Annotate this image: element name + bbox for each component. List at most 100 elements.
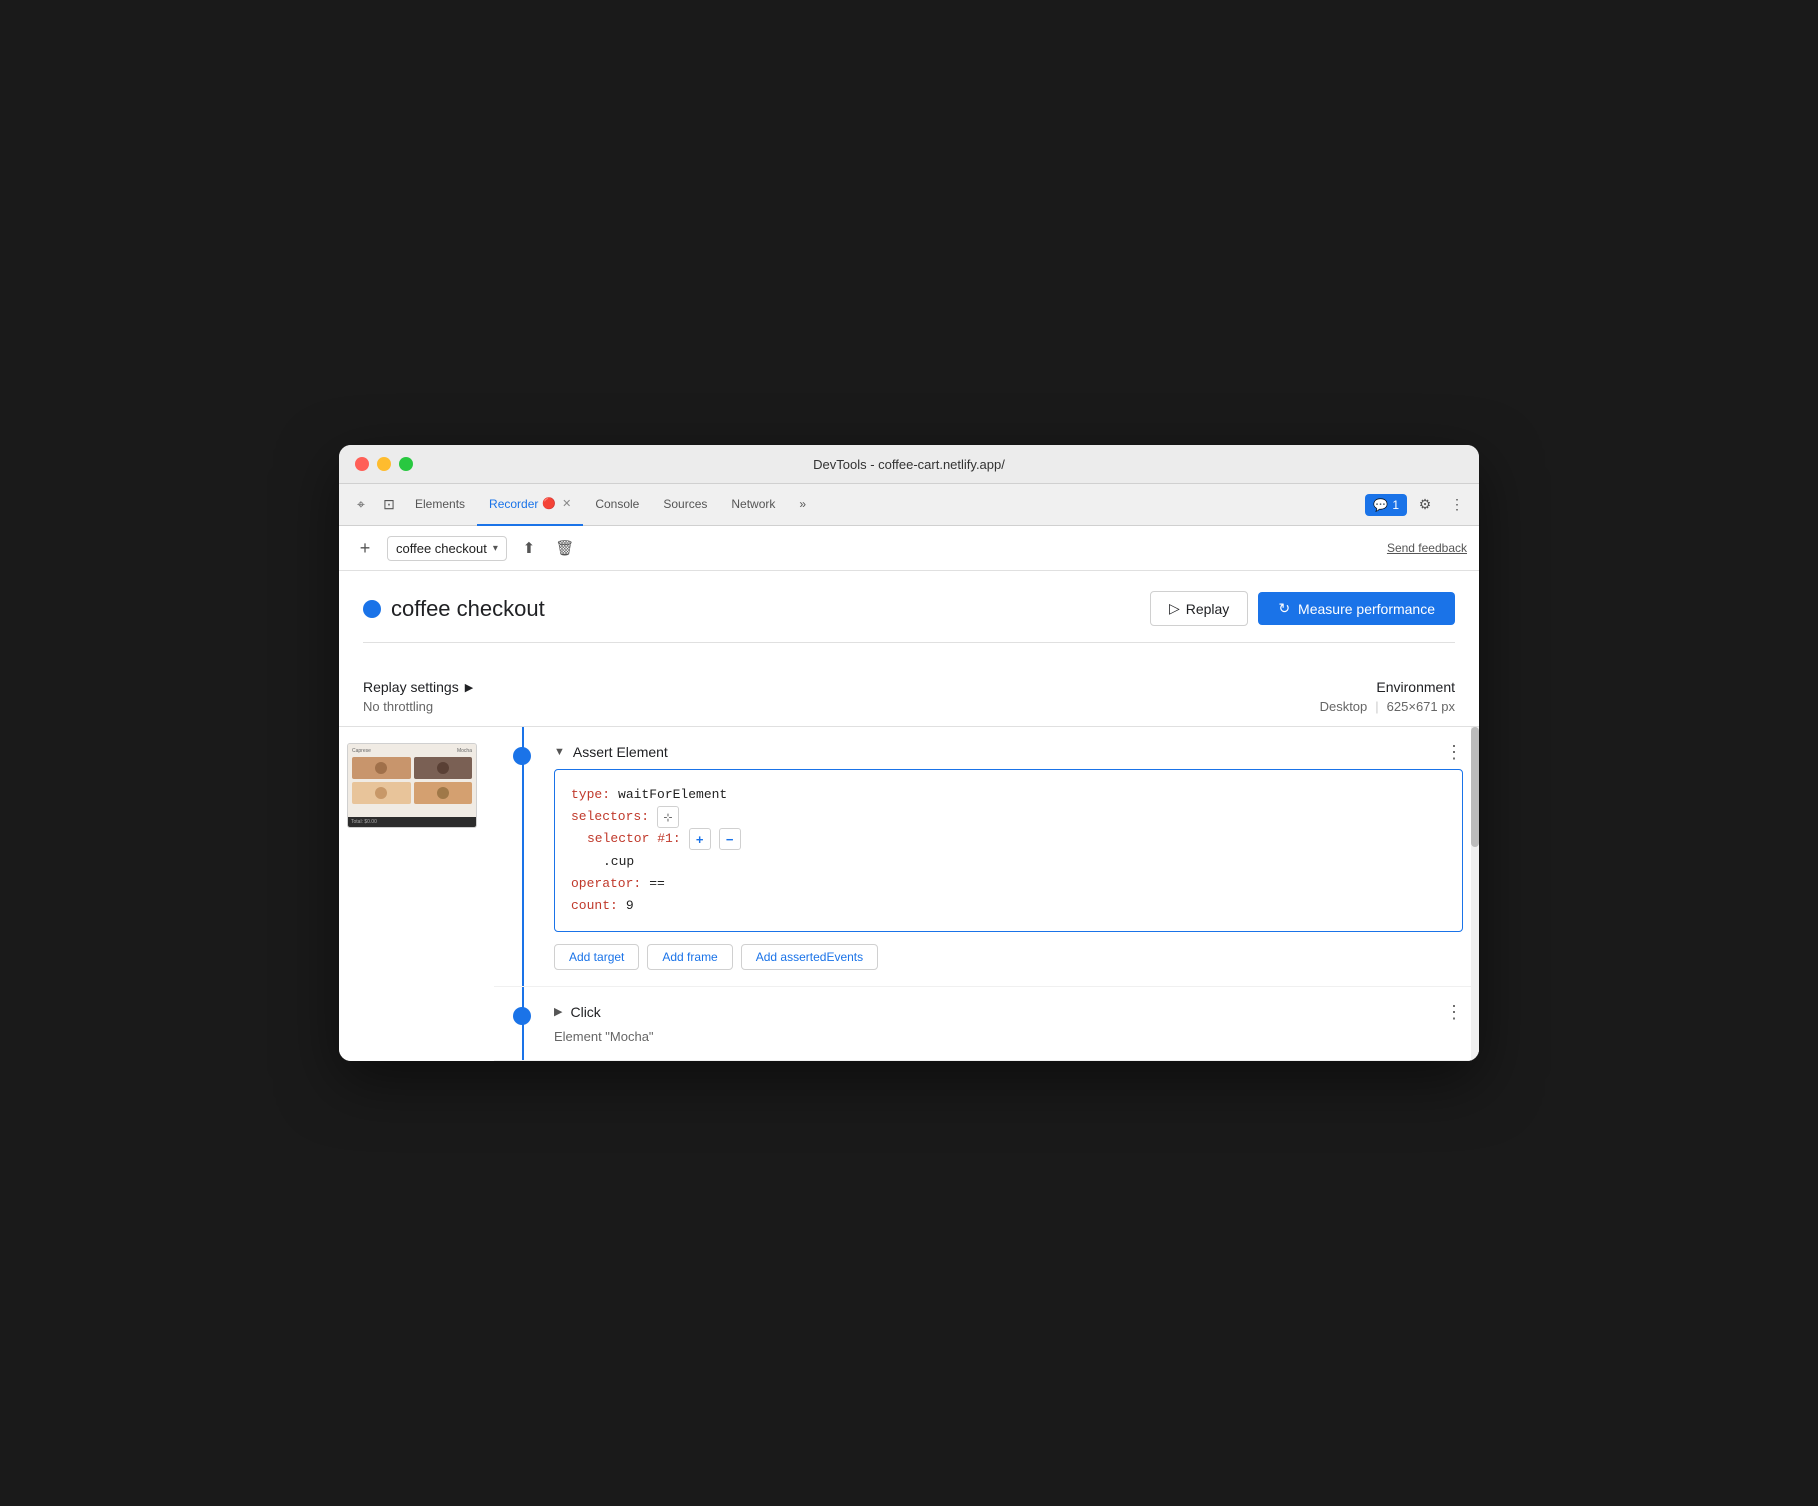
pick-icon: ⊹ <box>663 811 672 824</box>
devtools-right-icons: 💬 1 ⚙ ⋮ <box>1365 491 1471 519</box>
selector-val: .cup <box>603 851 634 873</box>
step-expand-icon-click[interactable]: ▶ <box>554 1005 562 1018</box>
performance-icon: ↻ <box>1278 600 1290 617</box>
step-subtitle-click: Element "Mocha" <box>554 1029 1463 1044</box>
throttling-value: No throttling <box>363 699 473 714</box>
operator-val: == <box>649 873 665 895</box>
close-window-button[interactable] <box>355 457 369 471</box>
recording-icon: 🔴 <box>542 497 556 510</box>
step-assert-element: ▼ Assert Element ⋮ type: waitForElement … <box>494 727 1479 987</box>
layers-icon: ⊡ <box>383 496 395 513</box>
window-controls <box>355 457 413 471</box>
step-header-click: ▶ Click ⋮ <box>554 1003 1463 1021</box>
maximize-window-button[interactable] <box>399 457 413 471</box>
minimize-window-button[interactable] <box>377 457 391 471</box>
tab-close-icon[interactable]: ✕ <box>562 497 571 510</box>
selectors-key: selectors: <box>571 806 649 828</box>
step-title-row-click: ▶ Click <box>554 1004 601 1020</box>
step-code-block: type: waitForElement selectors: ⊹ select… <box>554 769 1463 932</box>
upload-icon: ⬆ <box>523 539 536 557</box>
step-title-row-assert: ▼ Assert Element <box>554 744 668 760</box>
env-divider: | <box>1375 699 1378 714</box>
recording-thumbnail: CapreseMocha <box>347 743 477 828</box>
export-button[interactable]: ⬆ <box>515 534 543 562</box>
title-bar: DevTools - coffee-cart.netlify.app/ <box>339 445 1479 484</box>
chat-button[interactable]: 💬 1 <box>1365 494 1407 516</box>
tab-elements[interactable]: Elements <box>403 484 477 526</box>
devtools-tab-bar: ⌖ ⊡ Elements Recorder 🔴 ✕ Console Source… <box>339 484 1479 526</box>
step-more-button-assert[interactable]: ⋮ <box>1445 743 1463 761</box>
selector1-key: selector #1: <box>587 828 681 850</box>
add-selector-button[interactable]: + <box>689 828 711 850</box>
scrollbar-track <box>1471 727 1479 1061</box>
window-title: DevTools - coffee-cart.netlify.app/ <box>813 457 1005 472</box>
recording-actions: ▷ Replay ↻ Measure performance <box>1150 591 1455 626</box>
cursor-icon: ⌖ <box>357 496 365 513</box>
tab-sources[interactable]: Sources <box>651 484 719 526</box>
minus-icon: − <box>726 832 734 847</box>
environment-value: Desktop | 625×671 px <box>1320 699 1455 714</box>
recording-title-section: coffee checkout <box>363 596 545 622</box>
recording-selector-label: coffee checkout <box>396 541 487 556</box>
step-title-click: Click <box>570 1004 600 1020</box>
delete-button[interactable]: 🗑 <box>551 534 579 562</box>
more-vert-icon: ⋮ <box>1445 742 1463 762</box>
steps-main: ▼ Assert Element ⋮ type: waitForElement … <box>494 727 1479 1061</box>
count-key: count: <box>571 895 618 917</box>
count-val: 9 <box>626 895 634 917</box>
type-key: type: <box>571 784 610 806</box>
tab-network[interactable]: Network <box>719 484 787 526</box>
scrollbar-thumb[interactable] <box>1471 727 1479 847</box>
replay-button[interactable]: ▷ Replay <box>1150 591 1248 626</box>
add-asserted-events-button[interactable]: Add assertedEvents <box>741 944 878 970</box>
step-more-button-click[interactable]: ⋮ <box>1445 1003 1463 1021</box>
replay-settings-label[interactable]: Replay settings ▶ <box>363 679 473 695</box>
step-dot-assert <box>513 747 531 765</box>
type-val: waitForElement <box>618 784 727 806</box>
pick-selector-button[interactable]: ⊹ <box>657 806 679 828</box>
recorder-content: coffee checkout ▷ Replay ↻ Measure perfo… <box>339 571 1479 659</box>
send-feedback-link[interactable]: Send feedback <box>1387 541 1467 555</box>
plus-icon: + <box>360 538 371 559</box>
more-vert-icon: ⋮ <box>1450 496 1464 513</box>
tab-recorder[interactable]: Recorder 🔴 ✕ <box>477 484 583 526</box>
step-title-assert: Assert Element <box>573 744 668 760</box>
step-actions-assert: Add target Add frame Add assertedEvents <box>554 944 1463 970</box>
trash-icon: 🗑 <box>555 539 574 557</box>
recording-header: coffee checkout ▷ Replay ↻ Measure perfo… <box>363 591 1455 626</box>
recording-title: coffee checkout <box>391 596 545 622</box>
chevron-down-icon: ▾ <box>493 543 498 554</box>
gear-icon: ⚙ <box>1419 496 1432 513</box>
step-dot-click <box>513 1007 531 1025</box>
steps-container: CapreseMocha <box>339 727 1479 1061</box>
recording-selector[interactable]: coffee checkout ▾ <box>387 536 507 561</box>
step-click: ▶ Click ⋮ Element "Mocha" <box>494 987 1479 1061</box>
settings-expand-arrow: ▶ <box>465 681 473 694</box>
measure-performance-button[interactable]: ↻ Measure performance <box>1258 592 1455 625</box>
plus-icon: + <box>696 832 704 847</box>
recorder-toolbar: + coffee checkout ▾ ⬆ 🗑 Send feedback <box>339 526 1479 571</box>
operator-key: operator: <box>571 873 641 895</box>
tab-console[interactable]: Console <box>583 484 651 526</box>
more-vert-icon: ⋮ <box>1445 1002 1463 1022</box>
play-icon: ▷ <box>1169 600 1180 617</box>
environment-label: Environment <box>1320 679 1455 695</box>
settings-row: Replay settings ▶ No throttling Environm… <box>339 659 1479 727</box>
add-frame-button[interactable]: Add frame <box>647 944 732 970</box>
layers-icon-button[interactable]: ⊡ <box>375 491 403 519</box>
add-target-button[interactable]: Add target <box>554 944 639 970</box>
chat-icon: 💬 <box>1373 498 1388 512</box>
header-divider <box>363 642 1455 643</box>
step-collapse-icon[interactable]: ▼ <box>554 746 565 758</box>
settings-left: Replay settings ▶ No throttling <box>363 679 473 714</box>
devtools-window: DevTools - coffee-cart.netlify.app/ ⌖ ⊡ … <box>339 445 1479 1061</box>
remove-selector-button[interactable]: − <box>719 828 741 850</box>
add-recording-button[interactable]: + <box>351 534 379 562</box>
settings-icon-button[interactable]: ⚙ <box>1411 491 1439 519</box>
environment-section: Environment Desktop | 625×671 px <box>1320 679 1455 714</box>
tab-more[interactable]: » <box>787 484 818 526</box>
more-options-button[interactable]: ⋮ <box>1443 491 1471 519</box>
recording-status-dot <box>363 600 381 618</box>
cursor-icon-button[interactable]: ⌖ <box>347 491 375 519</box>
step-header-assert: ▼ Assert Element ⋮ <box>554 743 1463 761</box>
